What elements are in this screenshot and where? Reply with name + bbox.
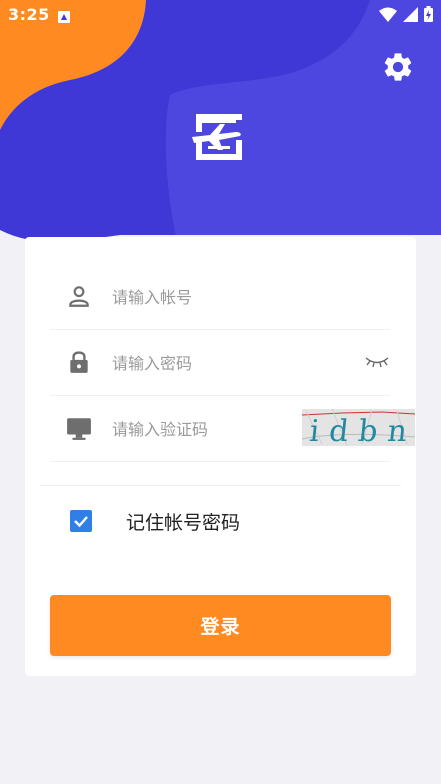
- signal-icon: [403, 6, 418, 22]
- person-icon: [69, 286, 89, 307]
- captcha-row: idbn: [50, 395, 415, 462]
- login-button[interactable]: 登录: [50, 595, 391, 656]
- password-row: [50, 329, 390, 396]
- eye-closed-icon[interactable]: [364, 353, 390, 371]
- battery-icon: [424, 6, 433, 22]
- remember-label: 记住帐号密码: [126, 511, 241, 534]
- section-divider: [40, 485, 401, 486]
- wifi-icon: [379, 7, 397, 22]
- status-bar: 3:25: [0, 0, 441, 30]
- notification-icon: [58, 8, 70, 27]
- captcha-image[interactable]: idbn: [302, 409, 415, 446]
- lock-icon: [70, 351, 88, 373]
- password-input[interactable]: [110, 347, 344, 379]
- account-input[interactable]: [110, 281, 344, 313]
- checkmark-icon: [74, 516, 88, 528]
- gear-icon[interactable]: [381, 50, 415, 84]
- account-row: [50, 263, 390, 330]
- remember-row[interactable]: 记住帐号密码: [70, 507, 240, 535]
- login-card: idbn 记住帐号密码 登录: [25, 237, 416, 676]
- status-indicators: [379, 6, 433, 22]
- remember-checkbox[interactable]: [70, 510, 92, 532]
- app-logo-icon: [192, 114, 242, 160]
- status-time: 3:25: [8, 5, 50, 24]
- captcha-text: idbn: [308, 414, 415, 446]
- monitor-icon: [67, 418, 91, 440]
